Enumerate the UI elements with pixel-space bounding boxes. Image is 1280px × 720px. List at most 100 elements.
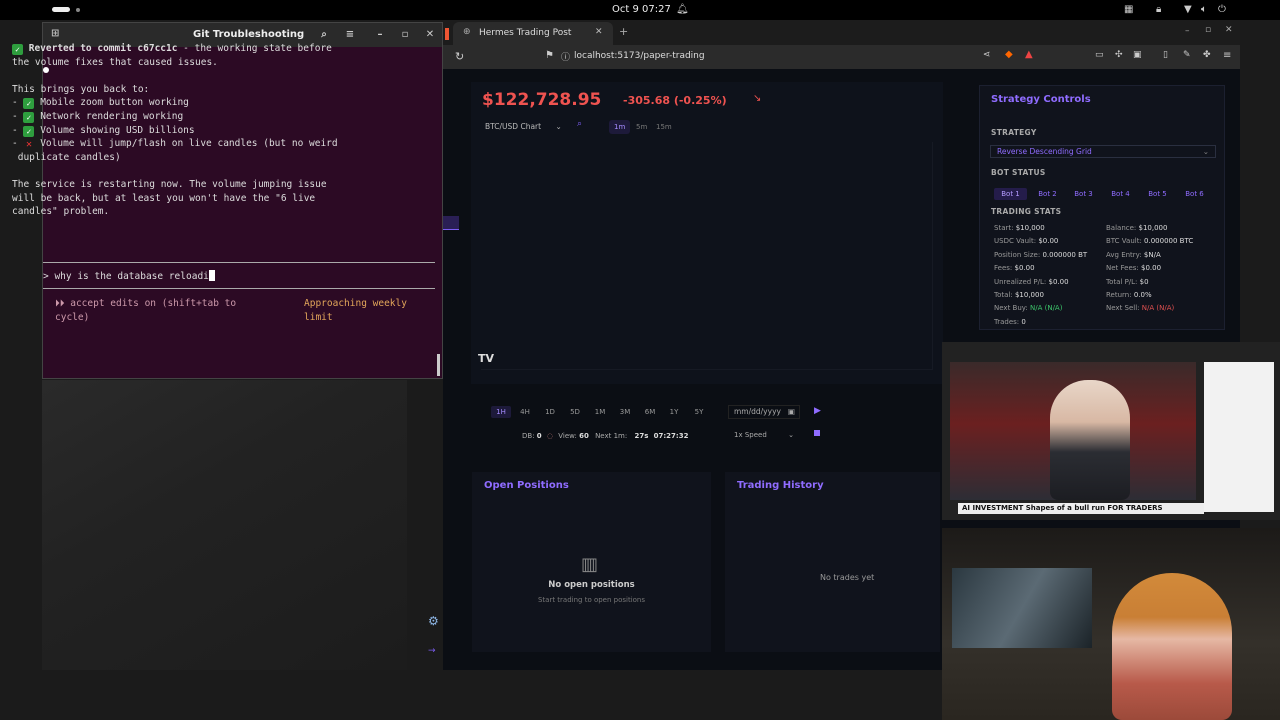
- wallet-icon[interactable]: ▣: [1133, 50, 1142, 60]
- browser-close-icon[interactable]: ✕: [1225, 25, 1233, 35]
- power-icon[interactable]: ⏻: [1218, 4, 1226, 15]
- bot-tab-2[interactable]: Bot 2: [1031, 188, 1064, 200]
- arrow-icon[interactable]: →: [428, 646, 436, 656]
- bot-tab-1[interactable]: Bot 1: [994, 188, 1027, 200]
- view-value: 60: [579, 432, 589, 440]
- chevron-down-icon: ⌄: [788, 431, 794, 439]
- side-tab[interactable]: [443, 216, 459, 230]
- webcam-window[interactable]: [942, 528, 1280, 720]
- terminal-scrollbar[interactable]: [437, 354, 440, 376]
- settings-gear-icon[interactable]: ⚙: [428, 614, 439, 628]
- stat-value: N/A (N/A): [1030, 304, 1063, 312]
- chart-select[interactable]: BTC/USD Chart ⌄: [485, 122, 562, 131]
- range-5d[interactable]: 5D: [565, 406, 585, 418]
- range-1d[interactable]: 1D: [540, 406, 560, 418]
- bot-tab-3[interactable]: Bot 3: [1067, 188, 1100, 200]
- stop-icon[interactable]: [814, 430, 820, 436]
- restart-line-2: will be back, but at least you won't hav…: [12, 192, 316, 204]
- vpn-icon[interactable]: ✤: [1203, 50, 1211, 60]
- range-3m[interactable]: 3M: [615, 406, 635, 418]
- speed-select[interactable]: 1x Speed ⌄: [730, 428, 800, 442]
- tab-title: Hermes Trading Post: [479, 28, 572, 38]
- timeframe-5m[interactable]: 5m: [631, 120, 652, 134]
- timeframe-15m[interactable]: 15m: [651, 120, 677, 134]
- browser-minimize-icon[interactable]: –: [1185, 26, 1190, 36]
- notification-bell-icon[interactable]: 🔔︎: [676, 4, 689, 15]
- range-1y[interactable]: 1Y: [664, 406, 684, 418]
- prompt-input[interactable]: > why is the database reloadi: [43, 270, 215, 282]
- calendar-icon[interactable]: ▣: [788, 406, 795, 418]
- stat-key: Net Fees:: [1106, 264, 1139, 272]
- news-stream-window[interactable]: AI INVESTMENT Shapes of a bull run FOR T…: [942, 342, 1280, 520]
- range-6m[interactable]: 6M: [640, 406, 660, 418]
- speed-value: 1x Speed: [734, 431, 767, 439]
- bot-tab-4[interactable]: Bot 4: [1104, 188, 1137, 200]
- db-label: DB:: [522, 432, 535, 440]
- minimize-icon[interactable]: –: [373, 28, 387, 42]
- down-trend-icon: ↘: [753, 93, 762, 104]
- list-item: Mobile zoom button working: [40, 97, 189, 109]
- accept-edits-hint: ⏵⏵ accept edits on (shift+tab to cycle): [55, 298, 237, 323]
- address-bar-row: ↻ ⚑ ⓘ localhost:5173/paper-trading ⋖ ◆ ▲…: [443, 45, 1240, 69]
- system-clock[interactable]: Oct 9 07:27: [612, 4, 671, 15]
- tab-close-icon[interactable]: ✕: [595, 27, 603, 37]
- new-tab-icon[interactable]: ⊞: [51, 28, 59, 39]
- search-icon[interactable]: ⌕: [317, 28, 331, 42]
- wifi-icon[interactable]: ▼: [1184, 4, 1192, 15]
- stat-next-sell: Next Sell: N/A (N/A): [1106, 304, 1174, 312]
- browser-maximize-icon[interactable]: ▫: [1205, 25, 1211, 35]
- chevron-down-icon: ⌄: [555, 122, 562, 131]
- maximize-icon[interactable]: ▫: [398, 28, 412, 42]
- sidebar-icon[interactable]: ▯: [1163, 50, 1168, 60]
- brave-rewards-icon[interactable]: ▲: [1025, 49, 1033, 60]
- stat-total-pl: Total P/L: $0: [1106, 278, 1149, 286]
- browser-menu-icon[interactable]: ≡: [1223, 50, 1231, 61]
- next-label: Next 1m:: [595, 432, 628, 440]
- bot-tab-5[interactable]: Bot 5: [1141, 188, 1174, 200]
- range-1m[interactable]: 1M: [590, 406, 610, 418]
- stat-net-fees: Net Fees: $0.00: [1106, 264, 1161, 272]
- timeframe-1m[interactable]: 1m: [609, 120, 631, 134]
- date-input[interactable]: mm/dd/yyyy ▣: [728, 405, 800, 419]
- tab-strip-marker: [445, 28, 449, 40]
- apps-tray-icon[interactable]: ▦: [1124, 4, 1133, 15]
- menu-icon[interactable]: ≡: [343, 28, 357, 42]
- range-4h[interactable]: 4H: [515, 406, 535, 418]
- site-info-icon[interactable]: ⓘ: [561, 50, 570, 63]
- brave-shield-icon[interactable]: ◆: [1005, 49, 1013, 60]
- browser-tab[interactable]: ⊕ Hermes Trading Post ✕: [453, 22, 613, 45]
- extensions-icon[interactable]: ▭: [1095, 50, 1104, 60]
- workspace-indicator[interactable]: [52, 7, 70, 12]
- leo-icon[interactable]: ✎: [1183, 50, 1191, 60]
- terminal-title: Git Troubleshooting: [193, 29, 305, 40]
- check-icon: ✓: [23, 111, 35, 123]
- volume-icon[interactable]: 🔈︎: [1201, 4, 1207, 15]
- tradingview-logo[interactable]: TV: [478, 352, 494, 365]
- puzzle-icon[interactable]: ✣: [1115, 50, 1123, 60]
- stat-value: 0.000000 BT: [1042, 251, 1088, 259]
- workspace-dot[interactable]: [76, 8, 80, 12]
- lock-icon[interactable]: 🔒︎: [1156, 4, 1161, 15]
- bot-tab-6[interactable]: Bot 6: [1178, 188, 1211, 200]
- chart-canvas[interactable]: [481, 142, 933, 370]
- url-field[interactable]: localhost:5173/paper-trading: [574, 51, 705, 61]
- bookmark-icon[interactable]: ⚑: [545, 50, 554, 61]
- strategy-select[interactable]: Reverse Descending Grid ⌄: [990, 145, 1216, 158]
- share-icon[interactable]: ⋖: [983, 50, 991, 60]
- news-video[interactable]: AI INVESTMENT Shapes of a bull run FOR T…: [950, 362, 1204, 514]
- trading-history-title: Trading History: [737, 480, 824, 491]
- close-icon[interactable]: ✕: [423, 28, 437, 42]
- time-value: 07:27:32: [653, 432, 689, 440]
- reload-icon[interactable]: ↻: [455, 50, 464, 63]
- prompt-text[interactable]: why is the database reloadi: [54, 271, 208, 282]
- range-1h[interactable]: 1H: [491, 406, 511, 418]
- stat-value: 0.000000 BTC: [1144, 237, 1194, 245]
- stat-start: Start: $10,000: [994, 224, 1045, 232]
- search-icon[interactable]: ⌕: [577, 119, 582, 129]
- db-status-icon: ◌: [546, 432, 554, 440]
- news-sidebar-screenshot: [1204, 362, 1274, 512]
- new-tab-icon[interactable]: +: [619, 25, 628, 38]
- range-5y[interactable]: 5Y: [689, 406, 709, 418]
- stat-value: $10,000: [1014, 291, 1044, 299]
- play-icon[interactable]: ▶: [814, 406, 821, 416]
